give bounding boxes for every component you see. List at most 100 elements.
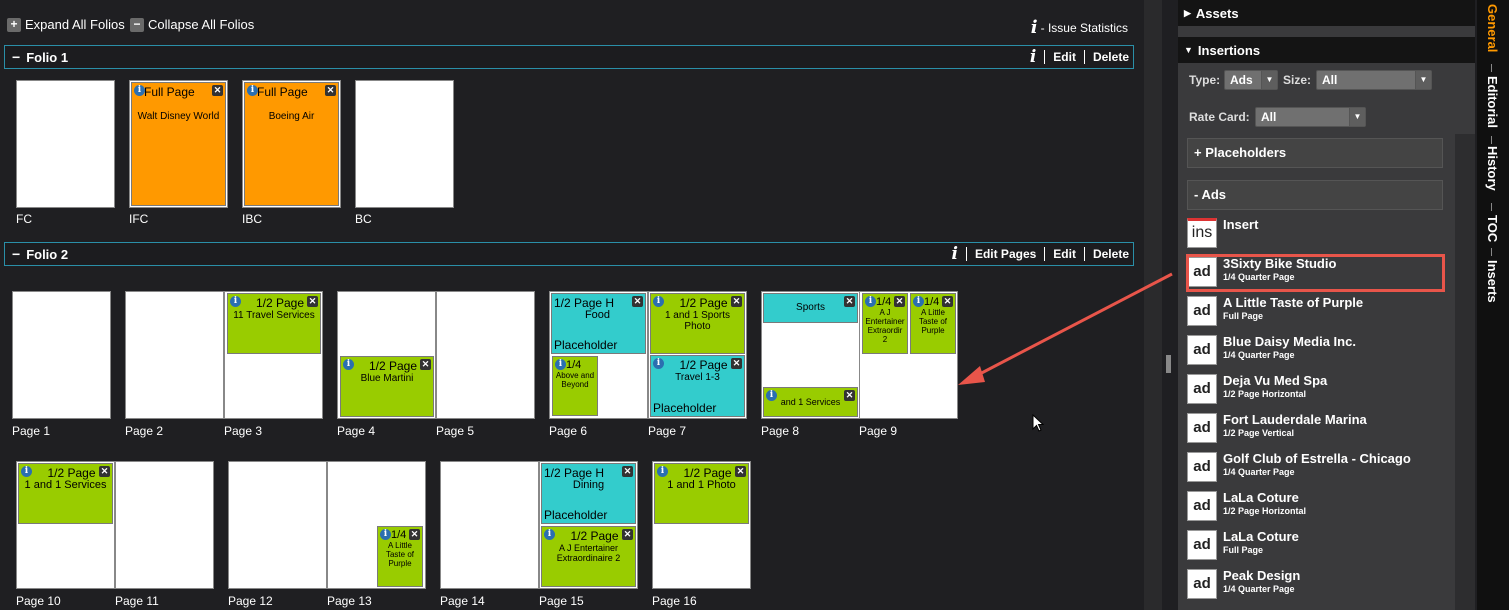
folio-delete-button[interactable]: Delete — [1093, 50, 1129, 64]
remove-icon[interactable]: ✕ — [894, 296, 905, 307]
collapse-folio-2-icon[interactable]: − — [12, 246, 20, 262]
remove-icon[interactable]: ✕ — [844, 390, 855, 401]
ad-block[interactable]: i ✕ 1/2 Page 1 and 1 Services — [18, 463, 113, 524]
info-icon[interactable]: i — [380, 529, 391, 540]
info-icon[interactable]: i — [134, 85, 145, 96]
remove-icon[interactable]: ✕ — [632, 296, 643, 307]
info-icon[interactable]: i — [865, 296, 876, 307]
ad-block[interactable]: i ✕ Full Page Walt Disney World — [131, 82, 226, 206]
tab-general[interactable]: General — [1485, 4, 1500, 52]
placeholders-group[interactable]: + Placeholders — [1187, 138, 1443, 168]
ad-block[interactable]: i ✕ 1/2 Page A J Entertainer Extraordina… — [541, 526, 636, 587]
remove-icon[interactable]: ✕ — [420, 359, 431, 370]
page-10[interactable]: i ✕ 1/2 Page 1 and 1 Services — [16, 461, 115, 589]
info-icon[interactable]: i — [544, 529, 555, 540]
ad-block[interactable]: i ✕ Full Page Boeing Air — [244, 82, 339, 206]
issue-statistics-link[interactable]: i - Issue Statistics — [1031, 17, 1128, 38]
info-icon[interactable]: i — [247, 85, 258, 96]
ad-block[interactable]: i ✕ 1/2 Page Travel 1-3 Placeholder — [650, 355, 745, 417]
page-fc[interactable] — [16, 80, 115, 208]
ad-list-item[interactable]: ad LaLa Coture 1/2 Page Horizontal — [1187, 489, 1443, 527]
ad-block[interactable]: i ✕ 1/4 A J Entertainer Extraordir 2 — [862, 293, 908, 354]
page-2[interactable] — [125, 291, 224, 419]
tab-editorial[interactable]: Editorial — [1485, 76, 1500, 128]
info-icon[interactable]: i — [653, 358, 664, 369]
ad-list-item[interactable]: ad Golf Club of Estrella - Chicago 1/4 Q… — [1187, 450, 1443, 488]
info-icon[interactable]: i — [555, 359, 566, 370]
page-ibc[interactable]: i ✕ Full Page Boeing Air — [242, 80, 341, 208]
splitter-handle[interactable] — [1166, 355, 1171, 373]
ad-block[interactable]: i ✕ 1/2 Page 1 and 1 Sports Photo — [650, 293, 745, 354]
ad-block[interactable]: i 1/4 Above and Beyond — [552, 356, 598, 416]
rate-card-select[interactable]: All ▼ — [1255, 107, 1366, 127]
page-5[interactable] — [436, 291, 535, 419]
ad-block[interactable]: i ✕ 1/2 Page Blue Martini — [340, 356, 434, 417]
expand-all-button[interactable]: + Expand All Folios — [7, 17, 125, 32]
main-scrollbar[interactable] — [1144, 0, 1162, 610]
ad-list-item[interactable]: ad Peak Design 1/4 Quarter Page — [1187, 567, 1443, 605]
info-icon[interactable]: i — [21, 466, 32, 477]
page-6[interactable]: ✕ 1/2 Page H Food Placeholder i 1/4 Abov… — [549, 291, 648, 419]
tab-toc[interactable]: TOC — [1485, 215, 1500, 242]
remove-icon[interactable]: ✕ — [325, 85, 336, 96]
folio-edit-pages-button[interactable]: Edit Pages — [975, 247, 1036, 261]
info-icon[interactable]: i — [913, 296, 924, 307]
page-15[interactable]: ✕ 1/2 Page H Dining Placeholder i ✕ 1/2 … — [539, 461, 638, 589]
page-16[interactable]: i ✕ 1/2 Page 1 and 1 Photo — [652, 461, 751, 589]
collapse-all-button[interactable]: − Collapse All Folios — [130, 17, 254, 32]
ad-block[interactable]: i ✕ 1/2 Page 1 and 1 Photo — [654, 463, 749, 524]
remove-icon[interactable]: ✕ — [731, 358, 742, 369]
page-4[interactable]: i ✕ 1/2 Page Blue Martini — [337, 291, 436, 419]
tab-inserts[interactable]: Inserts — [1485, 260, 1500, 303]
ad-list-item[interactable]: ad Deja Vu Med Spa 1/2 Page Horizontal — [1187, 372, 1443, 410]
info-icon[interactable]: i — [766, 390, 777, 401]
page-3[interactable]: i ✕ 1/2 Page 11 Travel Services — [224, 291, 323, 419]
page-8[interactable]: ✕ Sports i ✕ and 1 Services — [761, 291, 860, 419]
ad-list-item[interactable]: ad A Little Taste of Purple Full Page — [1187, 294, 1443, 332]
ad-list-item[interactable]: ad LaLa Coture Full Page — [1187, 528, 1443, 566]
ad-block[interactable]: i ✕ 1/4 A Little Taste of Purple — [910, 293, 956, 354]
right-panel-scrollbar[interactable] — [1455, 134, 1475, 610]
collapse-folio-1-icon[interactable]: − — [12, 49, 20, 65]
ad-block[interactable]: ✕ Sports — [763, 293, 858, 323]
remove-icon[interactable]: ✕ — [622, 529, 633, 540]
remove-icon[interactable]: ✕ — [942, 296, 953, 307]
remove-icon[interactable]: ✕ — [731, 296, 742, 307]
remove-icon[interactable]: ✕ — [99, 466, 110, 477]
folio-edit-button[interactable]: Edit — [1053, 50, 1076, 64]
ad-block[interactable]: i ✕ 1/4 A Little Taste of Purple — [377, 526, 423, 587]
insert-item[interactable]: ins Insert — [1187, 216, 1443, 254]
page-ifc[interactable]: i ✕ Full Page Walt Disney World — [129, 80, 228, 208]
folio-info-icon[interactable]: i — [951, 244, 957, 264]
page-bc[interactable] — [355, 80, 454, 208]
remove-icon[interactable]: ✕ — [409, 529, 420, 540]
page-7[interactable]: i ✕ 1/2 Page 1 and 1 Sports Photo i ✕ 1/… — [648, 291, 747, 419]
ad-block[interactable]: i ✕ and 1 Services — [763, 387, 858, 417]
page-12[interactable] — [228, 461, 327, 589]
page-1[interactable] — [12, 291, 111, 419]
remove-icon[interactable]: ✕ — [844, 296, 855, 307]
insertions-section-header[interactable]: ▼ Insertions — [1178, 37, 1475, 63]
ad-block[interactable]: i ✕ 1/2 Page 11 Travel Services — [227, 293, 321, 354]
page-11[interactable] — [115, 461, 214, 589]
page-13[interactable]: i ✕ 1/4 A Little Taste of Purple — [327, 461, 426, 589]
type-select[interactable]: Ads ▼ — [1224, 70, 1278, 90]
size-select[interactable]: All ▼ — [1316, 70, 1432, 90]
info-icon[interactable]: i — [343, 359, 354, 370]
ad-block[interactable]: ✕ 1/2 Page H Food Placeholder — [551, 293, 646, 354]
ad-list-item[interactable]: ad Blue Daisy Media Inc. 1/4 Quarter Pag… — [1187, 333, 1443, 371]
page-14[interactable] — [440, 461, 539, 589]
folio-edit-button[interactable]: Edit — [1053, 247, 1076, 261]
remove-icon[interactable]: ✕ — [735, 466, 746, 477]
ad-list-item[interactable]: ad Fort Lauderdale Marina 1/2 Page Verti… — [1187, 411, 1443, 449]
ad-block[interactable]: ✕ 1/2 Page H Dining Placeholder — [541, 463, 636, 524]
remove-icon[interactable]: ✕ — [307, 296, 318, 307]
tab-history[interactable]: History — [1485, 146, 1500, 191]
ads-group[interactable]: - Ads — [1187, 180, 1443, 210]
info-icon[interactable]: i — [657, 466, 668, 477]
assets-section-header[interactable]: ▶ Assets — [1178, 0, 1475, 26]
folio-info-icon[interactable]: i — [1030, 47, 1036, 67]
info-icon[interactable]: i — [653, 296, 664, 307]
info-icon[interactable]: i — [230, 296, 241, 307]
page-9[interactable]: i ✕ 1/4 A J Entertainer Extraordir 2 i ✕… — [859, 291, 958, 419]
